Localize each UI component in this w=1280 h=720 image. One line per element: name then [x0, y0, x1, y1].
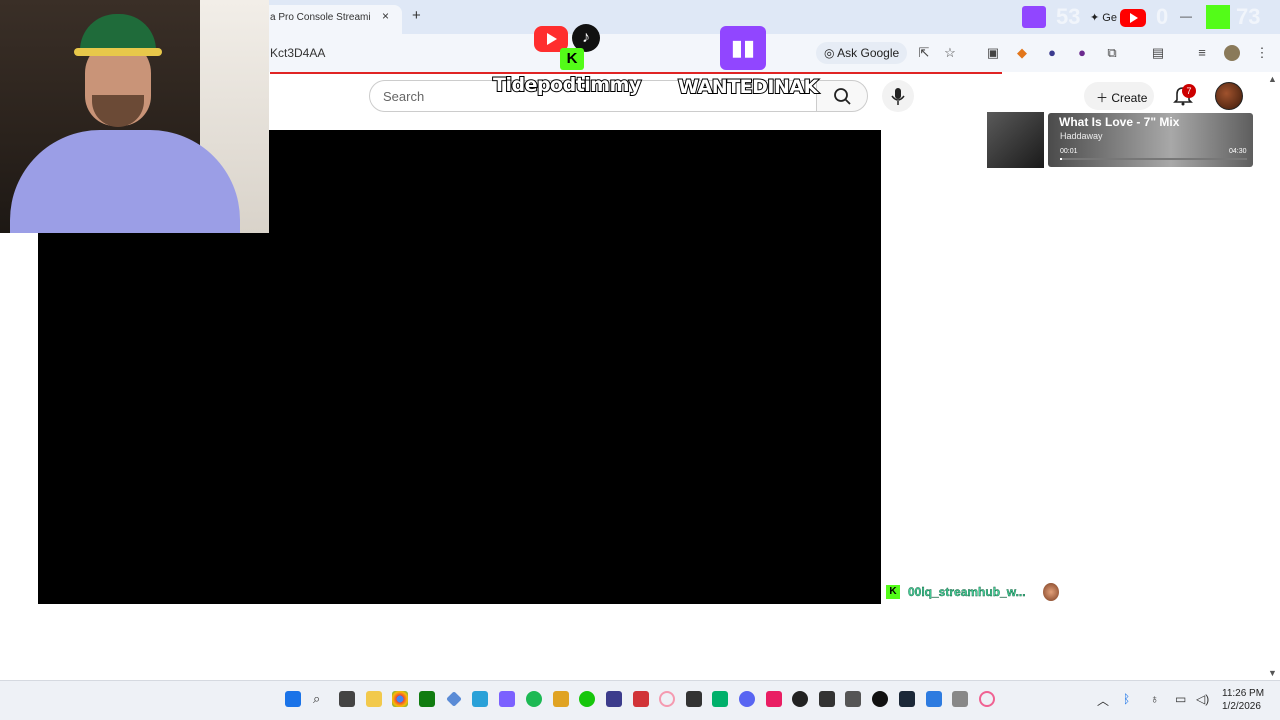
lens-icon: ◎ — [824, 46, 838, 60]
install-app-icon[interactable]: ⇱ — [916, 45, 932, 61]
kick-viewer-count: 73 — [1236, 4, 1261, 29]
window-minimize-button[interactable]: — — [1180, 9, 1192, 23]
extensions-puzzle-icon[interactable]: ⧉ — [1104, 45, 1120, 61]
extension-icon[interactable]: ▣ — [985, 45, 1001, 61]
twitch-viewer-count: 53 — [1056, 4, 1081, 29]
app-icon-purple[interactable] — [499, 691, 515, 707]
ask-google-label: Ask Google — [837, 46, 900, 60]
file-explorer-icon[interactable] — [366, 691, 382, 707]
reading-list-icon[interactable]: ≡ — [1194, 45, 1210, 61]
app-icon-wave[interactable] — [472, 691, 488, 707]
volume-icon[interactable]: ◁) — [1196, 692, 1209, 706]
microphone-icon — [891, 88, 905, 105]
app-icon-black-circle[interactable] — [792, 691, 808, 707]
menu-dots-icon[interactable]: ⋮ — [1254, 45, 1270, 61]
search-button[interactable] — [816, 80, 868, 112]
gemini-button[interactable]: ✦ Ge — [1090, 11, 1117, 24]
itunes-icon[interactable] — [979, 691, 995, 707]
app-icon-navy[interactable] — [606, 691, 622, 707]
kick-viewers-icon — [1206, 5, 1230, 29]
task-view-icon[interactable] — [339, 691, 355, 707]
streamer-cap-brim — [74, 48, 162, 56]
app-icon-grey[interactable] — [952, 691, 968, 707]
start-windows-icon[interactable] — [285, 691, 301, 707]
app-icon-dark[interactable] — [686, 691, 702, 707]
now-playing-progress-fill — [1060, 158, 1062, 160]
voice-search-button[interactable] — [882, 80, 914, 112]
browser-tab[interactable]: a Pro Console Streami — [262, 5, 402, 34]
sidebar-icon[interactable]: ▤ — [1150, 45, 1166, 61]
now-playing-title: What Is Love - 7" Mix — [1059, 115, 1180, 129]
album-art — [987, 112, 1044, 168]
discord-icon[interactable] — [739, 691, 755, 707]
taskbar-search-icon[interactable]: ⌕ — [313, 691, 329, 707]
new-tab-button[interactable]: + — [412, 7, 421, 24]
webcam-overlay — [0, 0, 269, 233]
xbox-icon[interactable] — [419, 691, 435, 707]
steam-icon[interactable] — [899, 691, 915, 707]
app-icon-teal[interactable] — [712, 691, 728, 707]
tab-title: a Pro Console Streami — [270, 12, 371, 23]
chrome-icon[interactable] — [392, 691, 408, 707]
streamer-name-right: WANTEDINAK — [677, 75, 819, 99]
tray-chevron-icon[interactable]: ︿ — [1097, 692, 1109, 709]
twitch-logo-icon: ▮▮ — [720, 26, 766, 70]
app-icon-blue[interactable] — [926, 691, 942, 707]
app-icon-grid[interactable] — [819, 691, 835, 707]
account-avatar[interactable] — [1215, 82, 1243, 110]
search-icon — [834, 88, 851, 105]
bookmark-star-icon[interactable]: ☆ — [942, 45, 958, 61]
now-playing-elapsed: 00:01 — [1060, 148, 1078, 155]
app-icon-green[interactable] — [579, 691, 595, 707]
chat-emote-icon — [1043, 583, 1059, 601]
profile-icon[interactable] — [1224, 45, 1240, 61]
address-bar-url[interactable]: Kct3D4AA — [270, 46, 325, 60]
extension-circle-icon[interactable]: ● — [1044, 45, 1060, 61]
taskbar-clock-time[interactable]: 11:26 PM — [1222, 688, 1264, 699]
kick-logo-icon: K — [560, 48, 584, 70]
network-icon[interactable]: ▭ — [1175, 692, 1186, 706]
app-icon-film[interactable] — [845, 691, 861, 707]
app-icon-orange[interactable] — [553, 691, 569, 707]
plus-icon: ＋ — [1096, 91, 1112, 105]
bluetooth-icon[interactable]: ᛒ — [1123, 692, 1130, 706]
twitch-viewers-icon — [1022, 6, 1046, 28]
now-playing-progress-track — [1060, 158, 1247, 160]
metamask-icon[interactable]: ◆ — [1014, 45, 1030, 61]
tab-close-icon[interactable]: × — [382, 9, 389, 23]
chat-username: 00lq_streamhub_w... — [908, 585, 1026, 599]
now-playing-artist: Haddaway — [1060, 131, 1103, 141]
spotify-icon[interactable] — [526, 691, 542, 707]
ask-google-button[interactable]: ◎ Ask Google — [816, 42, 908, 64]
notification-count-badge: 7 — [1182, 84, 1196, 98]
app-icon-red[interactable] — [633, 691, 649, 707]
extension-dark-icon[interactable]: ● — [1074, 45, 1090, 61]
taskbar-clock-date[interactable]: 1/2/2026 — [1222, 701, 1261, 712]
scroll-up-arrow-icon[interactable]: ▲ — [1268, 74, 1277, 84]
scroll-down-arrow-icon[interactable]: ▼ — [1268, 668, 1277, 678]
app-icon-ring[interactable] — [659, 691, 675, 707]
youtube-viewers-icon — [1120, 9, 1146, 27]
streamer-name-left: Tidepodtimmy — [492, 73, 642, 97]
kick-chat-icon: K — [886, 585, 900, 599]
create-label: Create — [1111, 91, 1148, 105]
tiktok-live-icon[interactable] — [766, 691, 782, 707]
obs-icon[interactable] — [872, 691, 888, 707]
now-playing-total: 04:30 — [1229, 148, 1247, 155]
create-button[interactable]: ＋ Create — [1084, 82, 1154, 110]
youtube-viewer-count: 0 — [1156, 4, 1169, 29]
tray-mic-icon[interactable]: ♁ — [1150, 692, 1159, 706]
